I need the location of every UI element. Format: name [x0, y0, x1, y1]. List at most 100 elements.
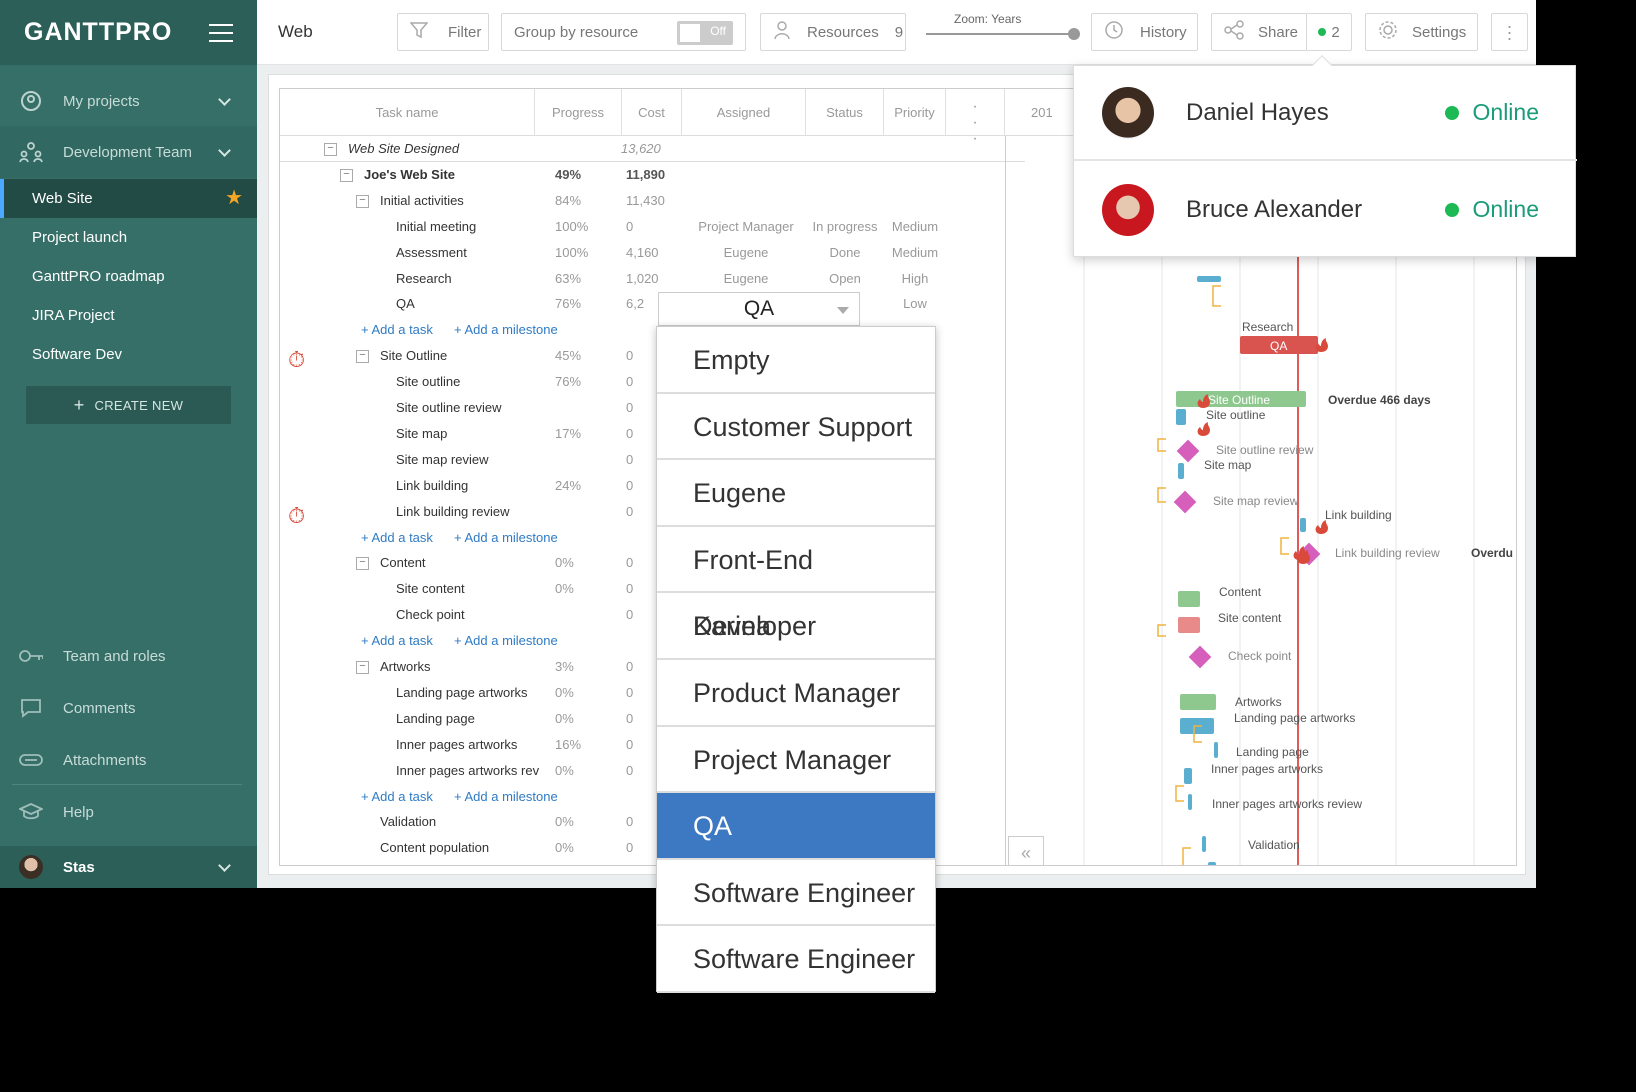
online-users-button[interactable]: 2 [1306, 13, 1352, 51]
task-assigned[interactable]: Eugene [686, 240, 806, 266]
task-name[interactable]: Web Site Designed [348, 136, 459, 162]
task-status[interactable]: Done [806, 240, 884, 266]
sidebar-project[interactable]: Project launch [0, 218, 257, 257]
dropdown-option[interactable]: Project Manager [657, 727, 935, 794]
col-progress[interactable]: Progress [535, 89, 622, 136]
dropdown-option[interactable]: Product Manager [657, 660, 935, 727]
task-row[interactable]: − Joe's Web Site 49% 11,890 [280, 162, 1025, 188]
task-name[interactable]: Assessment [396, 240, 467, 266]
collapse-toggle-icon[interactable]: − [356, 194, 369, 208]
user-menu[interactable]: Stas [0, 846, 257, 888]
task-row[interactable]: − Web Site Designed 13,620 [280, 136, 1025, 162]
more-menu-button[interactable]: · · · [1491, 13, 1528, 51]
task-name[interactable]: Site map [396, 421, 447, 447]
add-milestone-link[interactable]: + Add a milestone [454, 525, 558, 551]
task-assigned[interactable]: Eugene [686, 266, 806, 292]
add-task-link[interactable]: + Add a task [361, 784, 433, 810]
sidebar-project[interactable]: Software Dev [0, 335, 257, 374]
collapse-toggle-icon[interactable]: − [356, 557, 369, 571]
star-icon[interactable]: ★ [225, 179, 243, 218]
task-name[interactable]: Site map review [396, 447, 488, 473]
my-projects-menu[interactable]: My projects [0, 83, 257, 119]
collapse-toggle-icon[interactable]: − [324, 143, 337, 156]
task-row[interactable]: − Initial activities 84% 11,430 [280, 188, 1025, 214]
task-name[interactable]: Landing page artworks [396, 680, 528, 706]
col-status[interactable]: Status [806, 89, 884, 136]
task-row[interactable]: Research 63% 1,020 Eugene Open High [280, 266, 1025, 292]
collapse-toggle-icon[interactable]: − [356, 661, 369, 674]
task-priority[interactable]: Medium [884, 214, 946, 240]
task-name[interactable]: Initial activities [380, 188, 464, 214]
scroll-left-button[interactable]: « [1008, 836, 1044, 865]
team-menu[interactable]: Development Team [0, 126, 257, 178]
task-name[interactable]: Content [380, 550, 426, 576]
task-name[interactable]: Link building review [396, 499, 509, 525]
dropdown-option[interactable]: Empty [657, 327, 935, 394]
settings-button[interactable]: Settings [1365, 13, 1478, 51]
sidebar-comments[interactable]: Comments [0, 690, 257, 726]
sidebar-project-web-site[interactable]: Web Site ★ [0, 179, 257, 218]
task-name[interactable]: Validation [380, 809, 436, 835]
task-status[interactable]: In progress [806, 214, 884, 240]
group-by-resource[interactable]: Group by resource Off [501, 13, 746, 51]
dropdown-option[interactable]: Customer Support [657, 394, 935, 461]
col-priority[interactable]: Priority [884, 89, 946, 136]
menu-icon[interactable] [209, 23, 233, 42]
add-milestone-link[interactable]: + Add a milestone [454, 317, 558, 343]
create-new-button[interactable]: + CREATE NEW [26, 386, 231, 424]
add-task-link[interactable]: + Add a task [361, 317, 433, 343]
task-row[interactable]: Initial meeting 100% 0 Project Manager In pr… [280, 214, 1025, 240]
online-user-row[interactable]: Daniel Hayes Online [1074, 66, 1577, 161]
sidebar-help[interactable]: Help [0, 794, 257, 830]
task-name[interactable]: Content population [380, 835, 489, 861]
zoom-slider-handle[interactable] [1068, 28, 1080, 40]
task-row[interactable]: QA76%6,2enLow [280, 291, 1025, 317]
zoom-slider[interactable] [926, 28, 1080, 40]
col-task-name[interactable]: Task name [280, 89, 535, 136]
task-assigned[interactable]: Project Manager [686, 214, 806, 240]
task-name[interactable]: Initial meeting [396, 214, 476, 240]
task-name[interactable]: Artworks [380, 654, 431, 680]
dropdown-option[interactable]: Software Engineer [657, 860, 935, 927]
task-priority[interactable]: Low [884, 291, 946, 317]
add-task-link[interactable]: + Add a task [361, 628, 433, 654]
resources-button[interactable]: Resources 9 [760, 13, 906, 51]
col-assigned[interactable]: Assigned [682, 89, 806, 136]
dropdown-option[interactable]: Front-End Developer [657, 527, 935, 641]
filter-button[interactable]: Filter [397, 13, 489, 51]
add-task-link[interactable]: + Add a task [361, 525, 433, 551]
task-name[interactable]: Link building [396, 473, 468, 499]
task-name[interactable]: Research [396, 266, 452, 292]
task-name[interactable]: Site content [396, 576, 465, 602]
task-name[interactable]: Inner pages artworks [396, 732, 517, 758]
task-name[interactable]: Site outline review [396, 395, 502, 421]
task-name[interactable]: Site outline [396, 369, 460, 395]
task-row[interactable]: Assessment 100% 4,160 Eugene Done Medium [280, 240, 1025, 266]
sidebar-attachments[interactable]: Attachments [0, 742, 257, 778]
task-name[interactable]: Joe's Web Site [364, 162, 455, 188]
task-priority[interactable]: High [884, 266, 946, 292]
online-user-row[interactable]: Bruce Alexander Online [1074, 162, 1577, 257]
task-name[interactable]: QA [396, 291, 415, 317]
history-button[interactable]: History [1091, 13, 1198, 51]
add-milestone-link[interactable]: + Add a milestone [454, 628, 558, 654]
dropdown-option[interactable]: Software Engineer [657, 926, 935, 993]
task-name[interactable]: Site Outline [380, 343, 447, 369]
share-button[interactable]: Share [1211, 13, 1307, 51]
collapse-toggle-icon[interactable]: − [340, 168, 353, 182]
dropdown-option[interactable]: QA [657, 793, 935, 860]
task-name[interactable]: Check point [396, 602, 465, 628]
add-milestone-link[interactable]: + Add a milestone [454, 784, 558, 810]
collapse-toggle-icon[interactable]: − [356, 350, 369, 364]
sidebar-team-roles[interactable]: Team and roles [0, 638, 257, 674]
col-cost[interactable]: Cost [622, 89, 682, 136]
task-priority[interactable]: Medium [884, 240, 946, 266]
task-name[interactable]: Landing page [396, 706, 475, 732]
task-status[interactable]: Open [806, 266, 884, 292]
group-by-toggle[interactable]: Off [677, 21, 733, 45]
column-menu-icon[interactable]: · · · [946, 89, 1005, 147]
dropdown-option[interactable]: Eugene [657, 460, 935, 527]
task-name[interactable]: Inner pages artworks rev [396, 758, 539, 784]
sidebar-project[interactable]: JIRA Project [0, 296, 257, 335]
assigned-dropdown-field[interactable]: QA [658, 292, 860, 326]
